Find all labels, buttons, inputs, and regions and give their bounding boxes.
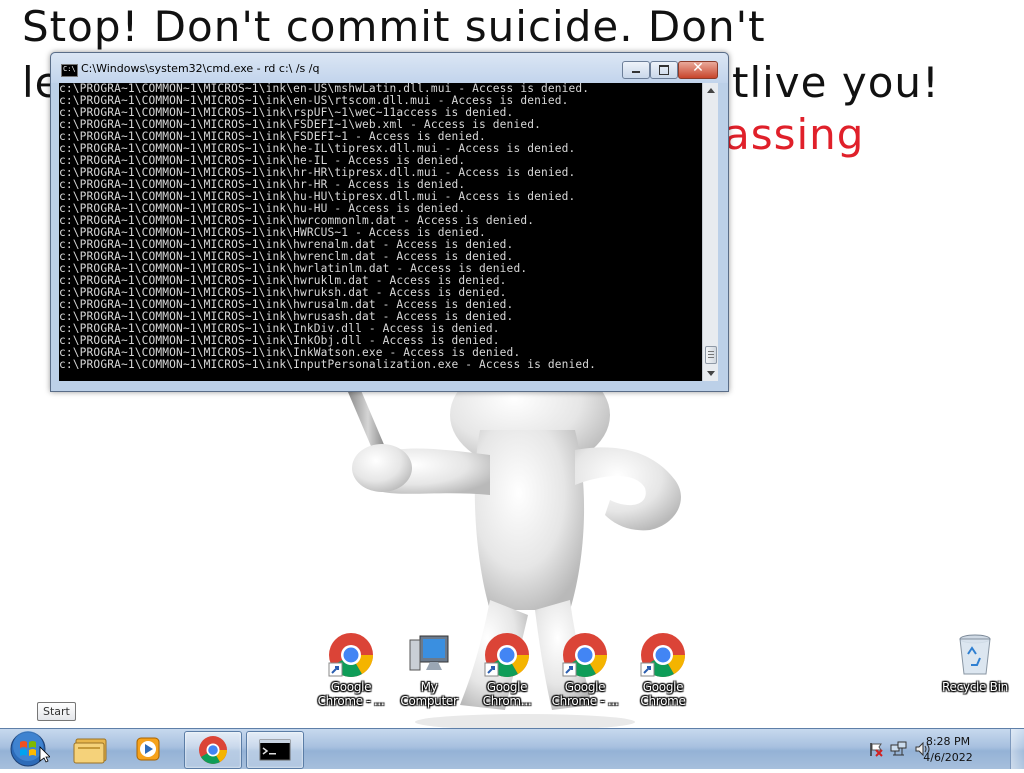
chrome-icon	[484, 633, 529, 677]
cmd-icon-glyph: C:\	[63, 65, 76, 73]
desktop-icon-google-chrome-1[interactable]: Google Chrome - ...	[313, 632, 389, 708]
recycle-bin-icon	[959, 634, 991, 675]
scroll-up-arrow-icon[interactable]	[703, 83, 718, 98]
chrome-icon	[562, 633, 607, 677]
clock-date: 4/6/2022	[923, 751, 973, 764]
desktop-icon-label: Chrome	[640, 694, 686, 708]
close-icon: ✕	[692, 60, 704, 76]
wallpaper-text-line3: assing	[724, 110, 865, 159]
desktop-icon-label: Chrome - ...	[551, 694, 619, 708]
cmd-icon	[259, 739, 291, 761]
desktop-icon-google-chrome-2[interactable]: Google Chrom...	[469, 632, 545, 708]
show-desktop-button[interactable]	[1010, 729, 1024, 769]
close-button[interactable]: ✕	[678, 60, 718, 79]
desktop-icon-google-chrome-3[interactable]: Google Chrome - ...	[547, 632, 623, 708]
wallpaper-text-line1: Stop! Don't commit suicide. Don't	[22, 2, 766, 51]
taskbar-explorer-button[interactable]	[62, 731, 118, 767]
minimize-button[interactable]	[622, 61, 650, 79]
chrome-icon	[199, 736, 227, 764]
desktop-icon-label: Google	[642, 680, 684, 694]
desktop-icon-label: Google	[330, 680, 372, 694]
console-output[interactable]: c:\PROGRA~1\COMMON~1\MICROS~1\ink\en-US\…	[59, 83, 710, 381]
start-tooltip: Start	[37, 702, 76, 721]
folder-icon	[73, 738, 107, 764]
start-button[interactable]	[6, 729, 51, 769]
cmd-window[interactable]: C:\ C:\Windows\system32\cmd.exe - rd c:\…	[50, 52, 729, 392]
wallpaper-text-line2-right: tlive you!	[732, 58, 940, 107]
clock-time: 8:28 PM	[925, 735, 971, 748]
desktop-icon-google-chrome-4[interactable]: Google Chrome	[625, 632, 701, 708]
taskbar-chrome-button[interactable]	[184, 731, 242, 769]
desktop-icon-recycle-bin[interactable]: Recycle Bin	[937, 632, 1013, 694]
network-icon[interactable]	[890, 741, 908, 757]
maximize-button[interactable]	[650, 61, 678, 79]
cmd-title-bar[interactable]: C:\ C:\Windows\system32\cmd.exe - rd c:\…	[51, 53, 728, 83]
desktop-icon-label: Chrom...	[482, 694, 532, 708]
my-computer-icon	[409, 635, 449, 671]
media-player-icon	[136, 737, 160, 761]
scrollbar-thumb[interactable]	[705, 346, 717, 364]
scroll-down-arrow-icon[interactable]	[703, 366, 718, 381]
taskbar-clock[interactable]: 8:28 PM 4/6/2022	[920, 734, 976, 766]
windows-start-orb-icon	[10, 731, 51, 767]
chrome-icon	[328, 633, 373, 677]
cmd-window-title: C:\Windows\system32\cmd.exe - rd c:\ /s …	[81, 62, 320, 75]
desktop-icon-label: My Computer	[400, 680, 458, 708]
console-lines: c:\PROGRA~1\COMMON~1\MICROS~1\ink\en-US\…	[59, 83, 710, 371]
console-line: c:\PROGRA~1\COMMON~1\MICROS~1\ink\InputP…	[59, 358, 597, 371]
action-center-flag-icon[interactable]	[868, 741, 884, 757]
chrome-icon	[640, 633, 685, 677]
desktop-icon-label: Google	[486, 680, 528, 694]
desktop-icon-label: Google	[564, 680, 606, 694]
taskbar: 8:28 PM 4/6/2022	[0, 728, 1024, 769]
desktop-icon-my-computer[interactable]: My Computer	[391, 632, 467, 708]
desktop-icon-label: Recycle Bin	[942, 680, 1008, 694]
console-scrollbar[interactable]	[702, 83, 718, 381]
desktop-icon-label: Chrome - ...	[317, 694, 385, 708]
taskbar-media-player-button[interactable]	[120, 731, 176, 767]
taskbar-cmd-button[interactable]	[246, 731, 304, 769]
cmd-icon: C:\	[61, 64, 78, 77]
